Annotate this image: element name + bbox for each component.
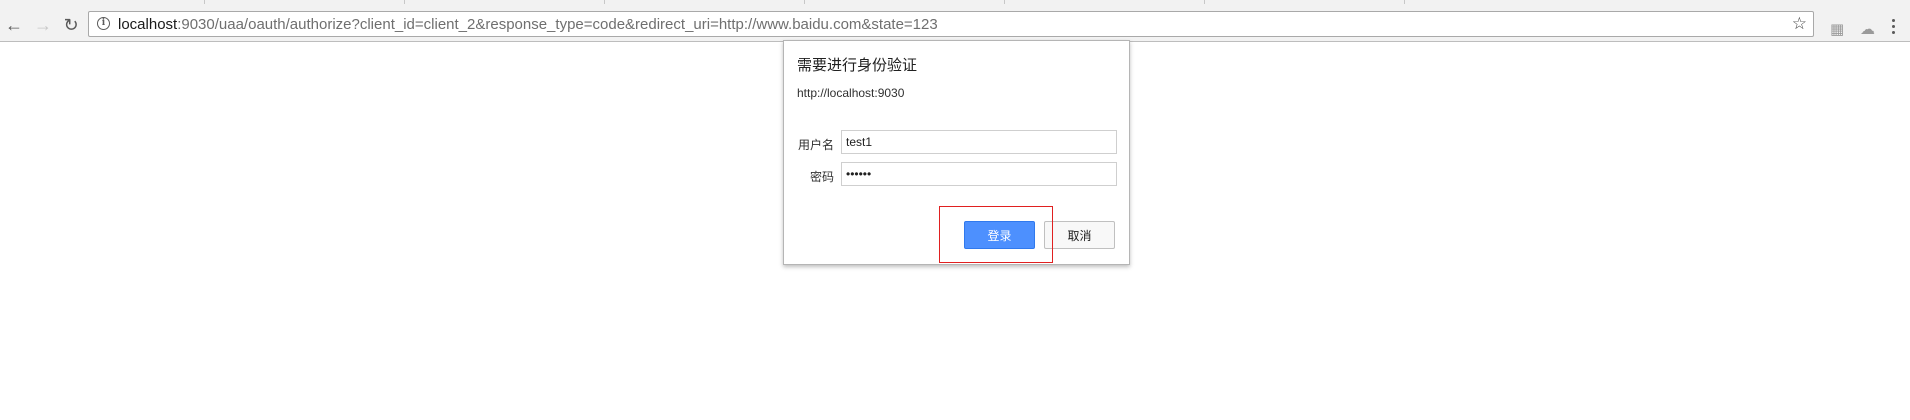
arrow-right-icon: → xyxy=(34,14,52,35)
url-text[interactable]: localhost:9030/uaa/oauth/authorize?clien… xyxy=(118,16,938,33)
extension-icon[interactable]: ▦ xyxy=(1830,20,1844,38)
address-bar[interactable]: i localhost:9030/uaa/oauth/authorize?cli… xyxy=(88,11,1814,37)
password-label: 密码 xyxy=(809,170,834,184)
arrow-left-icon: ← xyxy=(5,14,23,35)
browser-toolbar: ← → ↻ i localhost:9030/uaa/oauth/authori… xyxy=(0,8,1910,42)
password-input[interactable] xyxy=(841,162,1117,186)
info-icon[interactable]: i xyxy=(97,17,110,30)
username-input[interactable] xyxy=(841,130,1117,154)
url-host: localhost xyxy=(118,16,178,33)
tab-edge[interactable] xyxy=(804,0,1005,4)
username-label: 用户名 xyxy=(797,138,834,152)
cloud-icon[interactable]: ☁ xyxy=(1860,20,1875,38)
tab-edge[interactable] xyxy=(1204,0,1405,4)
tab-strip xyxy=(0,0,1910,8)
star-icon[interactable]: ☆ xyxy=(1792,14,1807,34)
cancel-button[interactable]: 取消 xyxy=(1044,221,1115,249)
reload-button[interactable]: ↻ xyxy=(60,14,82,36)
dialog-origin: http://localhost:9030 xyxy=(797,86,905,100)
auth-dialog: 需要进行身份验证 http://localhost:9030 用户名 密码 登录… xyxy=(783,40,1130,265)
reload-icon: ↻ xyxy=(63,14,79,35)
tab-edge[interactable] xyxy=(404,0,605,4)
tab-edge[interactable] xyxy=(204,0,405,4)
back-button[interactable]: ← xyxy=(3,14,25,36)
tab-edge[interactable] xyxy=(604,0,805,4)
dialog-title: 需要进行身份验证 xyxy=(797,57,918,74)
login-button[interactable]: 登录 xyxy=(964,221,1035,249)
url-path: :9030/uaa/oauth/authorize?client_id=clie… xyxy=(177,16,938,33)
tab-edge[interactable] xyxy=(1404,0,1535,4)
forward-button[interactable]: → xyxy=(32,14,54,36)
tab-edge[interactable] xyxy=(1004,0,1205,4)
three-dots-icon[interactable] xyxy=(1892,19,1896,34)
